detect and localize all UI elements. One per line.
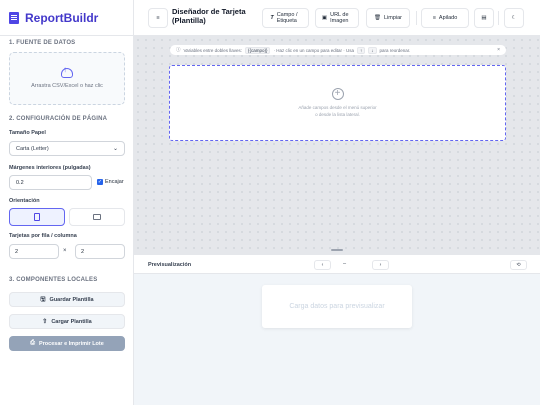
printer-icon: ⎙ xyxy=(30,340,35,346)
page-indicator: – xyxy=(343,261,347,267)
add-image-url-label: URL de Imagen xyxy=(330,12,349,24)
layout-stacked-label: Apilado xyxy=(438,15,458,21)
grid-rows-input[interactable]: 2 xyxy=(75,244,125,259)
paper-size-label: Tamaño Papel xyxy=(9,130,46,136)
clear-button[interactable]: 🗑 Limpiar xyxy=(366,8,410,28)
layout-stacked-button[interactable]: ≡ Apilado xyxy=(421,8,469,28)
save-icon: 🖫 xyxy=(40,296,46,303)
checkbox-checked-icon: ✓ xyxy=(97,179,103,185)
section-title-data-source: 1. FUENTE DE DATOS xyxy=(9,40,76,46)
add-field-label: Campo / Etiqueta xyxy=(276,12,298,24)
design-canvas[interactable]: ⓘ Variables entre dobles llaves: {{campo… xyxy=(134,36,540,254)
designer-title: Diseñador de Tarjeta (Plantilla) xyxy=(172,7,246,25)
orientation-landscape-button[interactable] xyxy=(69,208,125,226)
info-icon: ⓘ xyxy=(176,47,181,52)
fit-checkbox[interactable]: ✓ Encajar xyxy=(97,179,124,185)
report-icon xyxy=(9,11,19,24)
preview-area: Carga datos para previsualizar xyxy=(134,274,540,405)
fit-label: Encajar xyxy=(105,179,124,185)
preview-header: Previsualización ‹ – › ⟲ xyxy=(134,254,540,274)
times-symbol: × xyxy=(63,248,67,254)
arrow-up-icon: ↑ xyxy=(357,46,366,54)
hint-prefix: Variables entre dobles llaves: xyxy=(183,47,242,53)
upload-icon: ⇧ xyxy=(42,319,48,325)
menu-button[interactable]: ≡ xyxy=(148,8,168,28)
theme-toggle-button[interactable]: ☾ xyxy=(504,8,524,28)
file-dropzone[interactable]: Arrastra CSV/Excel o haz clic xyxy=(9,52,125,105)
prev-page-button[interactable]: ‹ xyxy=(314,260,331,270)
add-field-button[interactable]: T Campo / Etiqueta xyxy=(262,8,309,28)
paper-size-select[interactable]: Carta (Letter) ⌄ xyxy=(9,141,125,156)
table-view-button[interactable]: ▤ xyxy=(474,8,494,28)
clear-label: Limpiar xyxy=(383,15,403,21)
grid-label: Tarjetas por fila / columna xyxy=(9,233,77,239)
toolbar-divider xyxy=(416,11,417,25)
load-template-button[interactable]: ⇧ Cargar Plantilla xyxy=(9,314,125,329)
resize-handle[interactable] xyxy=(331,249,343,251)
top-toolbar: ≡ Diseñador de Tarjeta (Plantilla) T Cam… xyxy=(134,0,540,36)
preview-title: Previsualización xyxy=(148,262,192,268)
next-page-button[interactable]: › xyxy=(372,260,389,270)
process-print-button[interactable]: ⎙ Procesar e Imprimir Lote xyxy=(9,336,125,351)
save-template-button[interactable]: 🖫 Guardar Plantilla xyxy=(9,292,125,307)
menu-icon: ≡ xyxy=(156,15,160,21)
empty-text-line1: Añade campos desde el menú superior xyxy=(298,105,377,110)
process-print-label: Procesar e Imprimir Lote xyxy=(39,340,104,347)
section-title-page-config: 2. CONFIGURACIÓN DE PÁGINA xyxy=(9,116,108,122)
image-icon: ▣ xyxy=(321,15,328,21)
refresh-preview-button[interactable]: ⟲ xyxy=(510,260,527,270)
close-icon[interactable]: × xyxy=(497,47,500,53)
margins-input[interactable]: 0.2 xyxy=(9,175,92,190)
preview-placeholder: Carga datos para previsualizar xyxy=(262,285,412,328)
table-icon: ▤ xyxy=(481,15,487,21)
paper-size-value: Carta (Letter) xyxy=(16,146,49,152)
orientation-portrait-button[interactable] xyxy=(9,208,65,226)
text-icon: T xyxy=(270,15,274,21)
arrow-down-icon: ↓ xyxy=(368,46,377,54)
hint-suffix: para reordenar. xyxy=(379,47,411,53)
margins-label: Márgenes interiores (pulgadas) xyxy=(9,165,91,171)
empty-text-line2: o desde la lista lateral. xyxy=(315,112,360,117)
grid-columns-input[interactable]: 2 xyxy=(9,244,59,259)
save-template-label: Guardar Plantilla xyxy=(49,296,94,303)
moon-icon: ☾ xyxy=(511,15,517,21)
sidebar: ReportBuildr 1. FUENTE DE DATOS Arrastra… xyxy=(0,0,134,405)
app-name: ReportBuildr xyxy=(25,10,99,25)
portrait-page-icon xyxy=(34,213,40,221)
dropzone-text: Arrastra CSV/Excel o haz clic xyxy=(31,83,103,89)
load-template-label: Cargar Plantilla xyxy=(51,318,92,325)
hint-bar: ⓘ Variables entre dobles llaves: {{campo… xyxy=(170,45,506,55)
trash-icon: 🗑 xyxy=(373,15,381,21)
toolbar-divider xyxy=(498,11,499,25)
cloud-upload-icon xyxy=(61,65,73,78)
add-image-url-button[interactable]: ▣ URL de Imagen xyxy=(315,8,359,28)
card-template[interactable]: + Añade campos desde el menú superior o … xyxy=(169,65,506,141)
section-title-local-components: 3. COMPONENTES LOCALES xyxy=(9,277,98,283)
stack-icon: ≡ xyxy=(432,15,436,21)
hint-code: {{campo}} xyxy=(244,46,271,54)
chevron-down-icon: ⌄ xyxy=(112,146,118,152)
refresh-icon: ⟲ xyxy=(516,262,521,268)
hint-middle: · Haz clic en un campo para editar · Usa xyxy=(273,47,355,53)
orientation-label: Orientación xyxy=(9,198,40,204)
brand: ReportBuildr xyxy=(0,0,133,36)
plus-circle-icon: + xyxy=(331,88,344,100)
landscape-page-icon xyxy=(93,214,101,220)
